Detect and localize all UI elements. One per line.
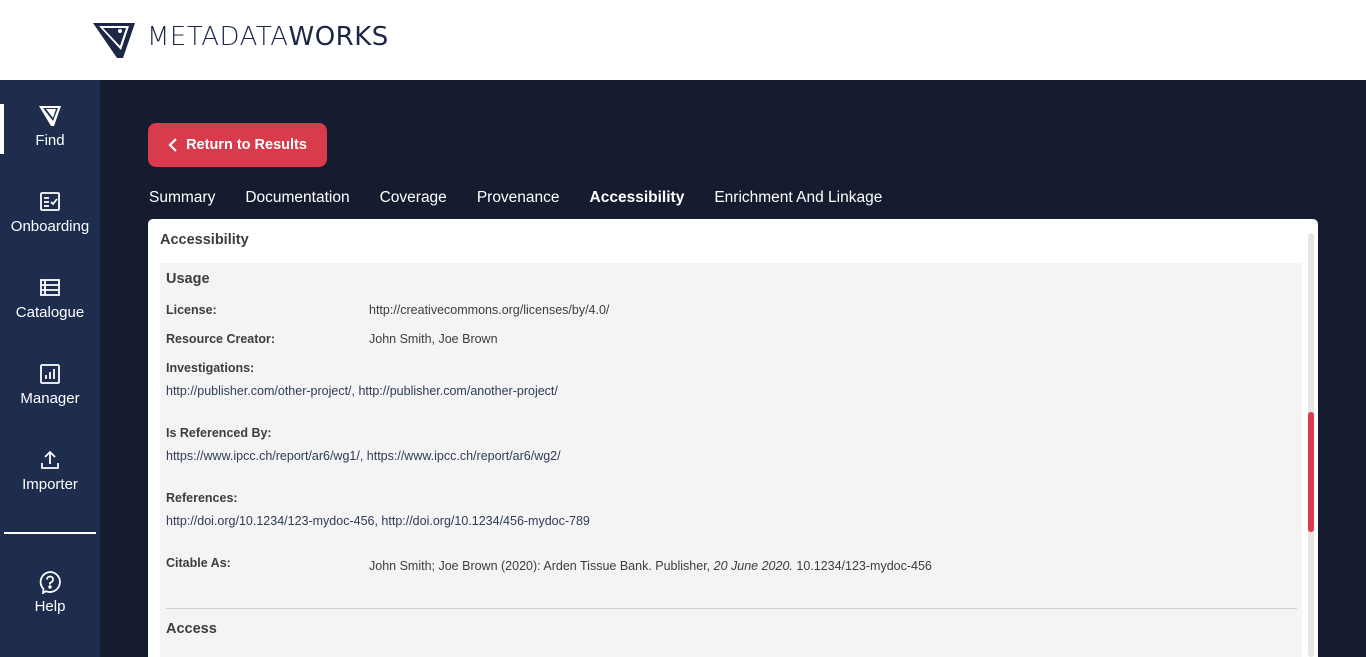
- bar-chart-icon: [38, 362, 62, 386]
- license-value[interactable]: http://creativecommons.org/licenses/by/4…: [369, 303, 609, 317]
- tab-summary[interactable]: Summary: [149, 187, 215, 209]
- license-label: License:: [166, 303, 217, 317]
- sidebar-item-help[interactable]: Help: [0, 570, 100, 650]
- resource-creator-value: John Smith, Joe Brown: [369, 332, 498, 346]
- sidebar-item-find[interactable]: Find: [0, 104, 100, 184]
- citation-doi: 10.1234/123-mydoc-456: [792, 559, 932, 573]
- investigations-value[interactable]: http://publisher.com/other-project/, htt…: [166, 384, 558, 398]
- find-logo-icon: [38, 104, 62, 128]
- investigations-label: Investigations:: [166, 361, 255, 375]
- sidebar-item-label: Importer: [22, 476, 78, 493]
- is-referenced-by-value[interactable]: https://www.ipcc.ch/report/ar6/wg1/, htt…: [166, 449, 561, 463]
- checklist-icon: [38, 190, 62, 214]
- is-referenced-by-label: Is Referenced By:: [166, 426, 272, 440]
- tab-coverage[interactable]: Coverage: [380, 187, 447, 209]
- resource-creator-label: Resource Creator:: [166, 332, 276, 346]
- sidebar-item-catalogue[interactable]: Catalogue: [0, 276, 100, 356]
- return-button-label: Return to Results: [186, 137, 307, 153]
- access-heading: Access: [166, 621, 217, 637]
- sidebar: Find Onboarding Catalogue Manager Import…: [0, 80, 100, 657]
- citation-date: 20 June 2020.: [713, 559, 793, 573]
- sidebar-item-label: Find: [35, 132, 65, 149]
- sidebar-item-importer[interactable]: Importer: [0, 448, 100, 528]
- references-label: References:: [166, 491, 238, 505]
- top-header: METADATAWORKS: [0, 0, 1366, 80]
- sidebar-item-manager[interactable]: Manager: [0, 362, 100, 442]
- sidebar-item-label: Manager: [20, 390, 80, 407]
- tab-enrichment-and-linkage[interactable]: Enrichment And Linkage: [714, 187, 882, 209]
- citation-text: John Smith; Joe Brown (2020): Arden Tiss…: [369, 559, 714, 573]
- sidebar-item-label: Onboarding: [10, 218, 90, 235]
- metadataworks-logo-icon: [93, 23, 135, 58]
- panel-title: Accessibility: [160, 232, 249, 248]
- sidebar-item-onboarding[interactable]: Onboarding: [0, 190, 100, 270]
- tab-documentation[interactable]: Documentation: [245, 187, 349, 209]
- brand-logo[interactable]: METADATAWORKS: [93, 20, 389, 60]
- brand-name-bold: WORKS: [288, 22, 389, 52]
- upload-icon: [38, 448, 62, 472]
- scrollbar-thumb[interactable]: [1308, 412, 1314, 532]
- section-divider: [166, 608, 1297, 609]
- brand-wordmark: METADATAWORKS: [147, 23, 389, 51]
- tab-provenance[interactable]: Provenance: [477, 187, 560, 209]
- details-box: Usage License: http://creativecommons.or…: [160, 263, 1302, 657]
- help-icon: [38, 570, 62, 594]
- tab-accessibility[interactable]: Accessibility: [590, 187, 685, 209]
- brand-name-light: METADATA: [147, 22, 289, 52]
- main-content: Return to Results Summary Documentation …: [100, 80, 1366, 657]
- accessibility-panel: Accessibility Usage License: http://crea…: [148, 219, 1318, 657]
- references-value[interactable]: http://doi.org/10.1234/123-mydoc-456, ht…: [166, 514, 590, 528]
- tab-bar: Summary Documentation Coverage Provenanc…: [149, 187, 912, 209]
- sidebar-item-label: Help: [34, 598, 66, 615]
- sidebar-divider: [4, 532, 96, 534]
- return-to-results-button[interactable]: Return to Results: [148, 123, 327, 167]
- usage-heading: Usage: [166, 271, 210, 287]
- sidebar-item-label: Catalogue: [15, 304, 85, 321]
- chevron-left-icon: [168, 138, 178, 152]
- citable-as-label: Citable As:: [166, 556, 231, 570]
- list-icon: [38, 276, 62, 300]
- citable-as-value: John Smith; Joe Brown (2020): Arden Tiss…: [369, 559, 932, 573]
